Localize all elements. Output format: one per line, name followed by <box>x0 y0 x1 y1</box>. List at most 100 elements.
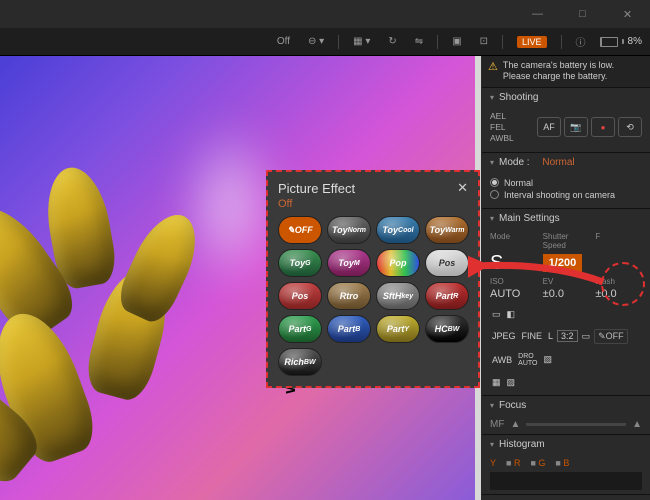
effect-toy-g[interactable]: ToyG <box>278 249 322 277</box>
aperture-value[interactable] <box>595 252 642 275</box>
histo-b[interactable]: B <box>563 458 569 468</box>
mode-interval-radio[interactable]: Interval shooting on camera <box>490 190 642 200</box>
picture-effect-button[interactable]: ✎OFF <box>594 329 628 344</box>
lbl-flash: Flash <box>595 277 642 286</box>
effect-hcbw[interactable]: HCBW <box>425 315 469 343</box>
effect-part-g[interactable]: PartG <box>278 315 322 343</box>
size-chip[interactable]: L <box>546 330 555 342</box>
effect-off-label[interactable]: Off <box>273 34 294 49</box>
warning-icon: ⚠ <box>488 60 498 83</box>
battery-warning: ⚠ The camera's battery is low. Please ch… <box>482 56 650 88</box>
camera-icon: 📷 <box>570 122 581 133</box>
mode-value: Normal <box>542 157 574 168</box>
card-icon[interactable]: ▭ <box>580 330 593 343</box>
lbl-mode: Mode <box>490 232 537 250</box>
effect-sfthkey[interactable]: SftHkey <box>376 282 420 310</box>
histogram-header[interactable]: ▾Histogram <box>482 435 650 454</box>
effect-richbw[interactable]: RichBW <box>278 348 322 376</box>
lbl-shutter: Shutter Speed <box>543 232 590 250</box>
effect-part-y[interactable]: PartY <box>376 315 420 343</box>
loop-icon: ⟲ <box>626 122 634 133</box>
mf-label: MF <box>490 419 504 430</box>
mode-normal-radio[interactable]: Normal <box>490 178 642 188</box>
awb-chip[interactable]: AWB <box>490 354 514 366</box>
effect-off[interactable]: ✎OFF <box>278 216 322 244</box>
focus-far-icon[interactable]: ▲ <box>632 419 642 430</box>
jpeg-chip[interactable]: JPEG <box>490 330 518 342</box>
grid-icon[interactable]: ▦ ▾ <box>349 34 374 49</box>
drive-single-icon[interactable]: ▭ <box>490 308 503 321</box>
focus-header[interactable]: ▾Focus <box>482 396 650 415</box>
main-settings-section: ▾Main Settings Mode Shutter Speed F S 1/… <box>482 209 650 396</box>
focus-slider[interactable] <box>526 423 626 426</box>
mode-header[interactable]: ▾Mode : Normal <box>482 153 650 172</box>
drive-timer-icon[interactable]: ◧ <box>505 308 518 321</box>
histo-y[interactable]: Y <box>490 458 496 468</box>
radio-on-icon <box>490 178 499 187</box>
battery-icon <box>600 37 618 47</box>
popup-title: Picture Effect <box>278 181 355 196</box>
record-button[interactable]: ● <box>591 117 615 137</box>
shutter-button[interactable]: 📷 <box>564 117 588 137</box>
chevron-down-icon: ▾ <box>490 158 494 167</box>
minimize-button[interactable]: — <box>515 0 560 28</box>
ev-value[interactable]: ±0.0 <box>543 288 590 300</box>
extra-setting-1[interactable]: ▦ <box>490 376 503 389</box>
info-icon[interactable]: ⓘ <box>572 32 590 51</box>
effect-pop[interactable]: Pop <box>376 249 420 277</box>
effect-toy-cool[interactable]: ToyCool <box>376 216 420 244</box>
histogram-display <box>490 472 642 490</box>
battery-percent: 8% <box>628 36 642 47</box>
battery-indicator: 8% <box>600 36 642 47</box>
effect-toy-m[interactable]: ToyM <box>327 249 371 277</box>
rotate-icon[interactable]: ↻ <box>384 34 400 49</box>
main-settings-header[interactable]: ▾Main Settings <box>482 209 650 228</box>
chevron-down-icon: ▾ <box>490 214 494 223</box>
shutter-speed[interactable]: 1/200 <box>543 254 583 272</box>
control-panel: ⚠ The camera's battery is low. Please ch… <box>482 56 650 500</box>
effect-rtro[interactable]: Rtro <box>327 282 371 310</box>
quality-chip[interactable]: FINE <box>520 330 545 342</box>
effect-part-r[interactable]: PartR <box>425 282 469 310</box>
aspect-chip[interactable]: 3:2 <box>557 330 578 342</box>
focus-section: ▾Focus MF ▲ ▲ <box>482 396 650 435</box>
zoom-dropdown[interactable]: ⊖ ▾ <box>304 34 328 49</box>
effect-part-b[interactable]: PartB <box>327 315 371 343</box>
chevron-down-icon: ▾ <box>490 93 494 102</box>
popup-close-button[interactable]: ✕ <box>457 180 468 196</box>
top-toolbar: Off ⊖ ▾ ▦ ▾ ↻ ⇋ ▣ ⊡ LIVE ⓘ 8% <box>0 28 650 56</box>
live-view-badge[interactable]: LIVE <box>513 34 551 50</box>
maximize-button[interactable]: □ <box>560 0 605 28</box>
chevron-down-icon: ▾ <box>490 440 494 449</box>
focus-area-icon[interactable]: ⊡ <box>476 34 492 49</box>
warning-text: The camera's battery is low. Please char… <box>503 60 644 83</box>
flip-icon[interactable]: ⇋ <box>411 34 427 49</box>
loop-button[interactable]: ⟲ <box>618 117 642 137</box>
preview-subject <box>0 126 260 486</box>
iso-value[interactable]: AUTO <box>490 288 537 300</box>
record-icon: ● <box>601 123 606 132</box>
window-controls: — □ ✕ <box>515 0 650 28</box>
extra-setting-2[interactable]: ▨ <box>505 376 518 389</box>
effect-pos[interactable]: Pos <box>425 249 469 277</box>
lbl-f: F <box>595 232 642 250</box>
radio-off-icon <box>490 190 499 199</box>
chevron-down-icon: ▾ <box>490 401 494 410</box>
effect-pos2[interactable]: Pos <box>278 282 322 310</box>
close-button[interactable]: ✕ <box>605 0 650 28</box>
picture-effect-popup: Picture Effect ✕ Off ✎OFF ToyNorm ToyCoo… <box>266 170 480 388</box>
focus-near-icon[interactable]: ▲ <box>510 419 520 430</box>
mode-value-s[interactable]: S <box>490 252 503 275</box>
effect-toy-norm[interactable]: ToyNorm <box>327 216 371 244</box>
lbl-ev: EV <box>543 277 590 286</box>
histo-g[interactable]: G <box>538 458 545 468</box>
dro-chip[interactable]: DROAUTO <box>516 352 539 368</box>
crop-icon[interactable]: ▣ <box>448 34 465 49</box>
flash-value[interactable]: ±0.0 <box>595 288 642 300</box>
histo-r[interactable]: R <box>514 458 521 468</box>
effect-toy-warm[interactable]: ToyWarm <box>425 216 469 244</box>
af-button[interactable]: AF <box>537 117 561 137</box>
histogram-tabs[interactable]: Y ■ R ■ G ■ B <box>490 458 642 468</box>
creative-style-icon[interactable]: ▧ <box>542 353 555 366</box>
shooting-header[interactable]: ▾Shooting <box>482 88 650 107</box>
